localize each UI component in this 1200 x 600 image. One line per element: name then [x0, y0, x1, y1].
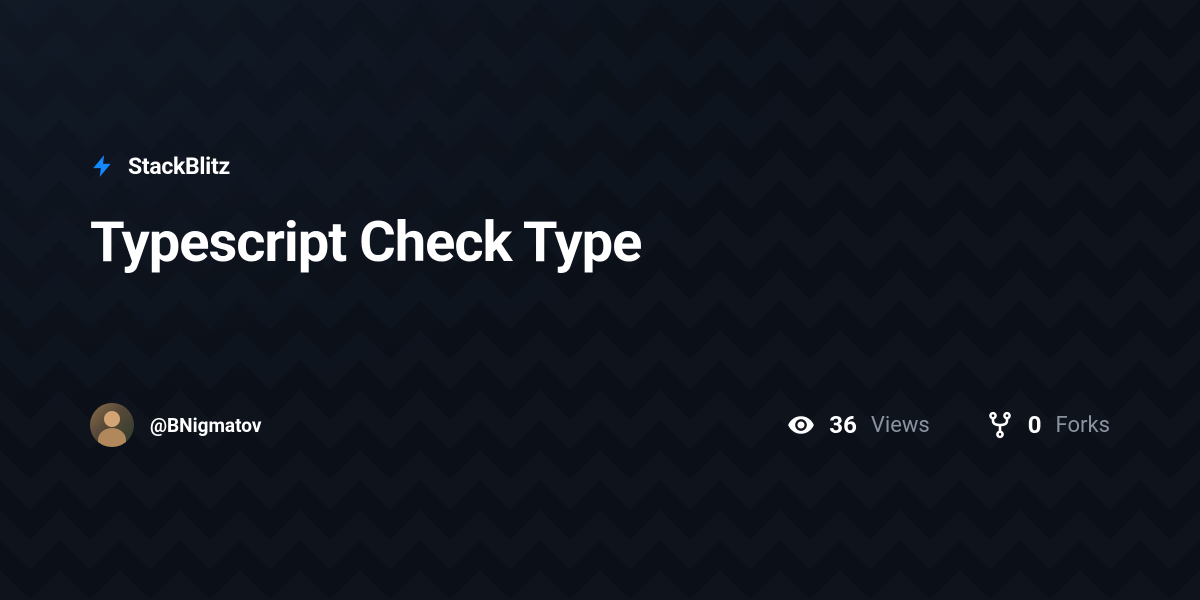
forks-count: 0: [1028, 411, 1042, 439]
forks-stat: 0 Forks: [986, 411, 1110, 439]
author-section[interactable]: @BNigmatov: [90, 403, 261, 447]
views-label: Views: [871, 413, 930, 438]
brand-header: StackBlitz: [90, 153, 1110, 180]
avatar: [90, 403, 134, 447]
views-stat: 36 Views: [787, 411, 929, 439]
views-count: 36: [829, 411, 857, 439]
forks-label: Forks: [1056, 413, 1110, 438]
author-username: @BNigmatov: [150, 414, 261, 437]
stats-section: 36 Views 0 Forks: [787, 411, 1110, 439]
footer: @BNigmatov 36 Views 0 Forks: [90, 403, 1110, 447]
bolt-icon: [90, 153, 116, 179]
project-title: Typescript Check Type: [90, 212, 1110, 274]
eye-icon: [787, 411, 815, 439]
fork-icon: [986, 411, 1014, 439]
brand-name: StackBlitz: [128, 153, 230, 180]
